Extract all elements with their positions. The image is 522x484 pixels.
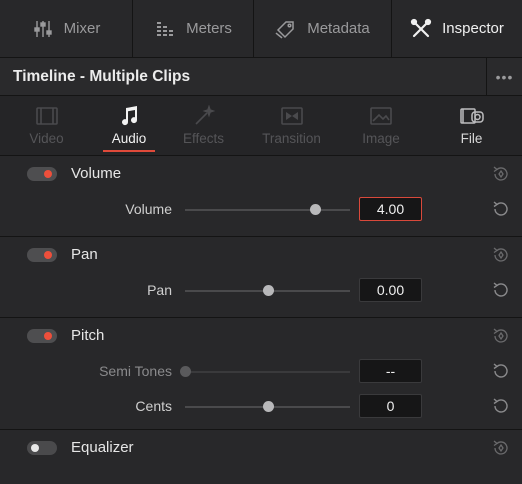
meters-icon bbox=[154, 18, 176, 40]
more-icon: ••• bbox=[495, 68, 514, 85]
magic-wand-icon bbox=[193, 105, 215, 127]
tab-video[interactable]: Video bbox=[0, 96, 93, 155]
volume-section-title: Volume bbox=[71, 165, 122, 182]
semitones-slider-knob[interactable] bbox=[180, 366, 191, 377]
tab-effects[interactable]: Effects bbox=[165, 96, 242, 155]
semitones-param-label: Semi Tones bbox=[99, 363, 172, 379]
semitones-value-field[interactable]: -- bbox=[359, 359, 422, 383]
mixer-icon bbox=[32, 18, 54, 40]
pitch-section: Pitch Semi Tones -- Cents 0 bbox=[0, 318, 522, 430]
top-toolbar: Mixer Meters Metadata Inspector bbox=[0, 0, 522, 58]
cents-param-label: Cents bbox=[135, 398, 172, 414]
volume-slider[interactable] bbox=[185, 204, 350, 215]
page-title: Timeline - Multiple Clips bbox=[13, 67, 191, 85]
volume-section: Volume Volume 4.00 bbox=[0, 156, 522, 237]
pan-slider-knob[interactable] bbox=[262, 285, 274, 296]
inspector-button[interactable]: Inspector bbox=[392, 0, 522, 57]
reset-icon[interactable] bbox=[492, 362, 510, 380]
tab-video-label: Video bbox=[29, 131, 64, 146]
pan-section-header[interactable]: Pan bbox=[0, 237, 522, 272]
next-section-strip bbox=[0, 465, 522, 484]
semitones-param-row: Semi Tones -- bbox=[0, 353, 522, 388]
image-icon bbox=[369, 105, 393, 127]
semitones-slider[interactable] bbox=[180, 366, 350, 377]
keyframe-reset-icon[interactable] bbox=[492, 327, 510, 345]
volume-slider-knob[interactable] bbox=[310, 204, 322, 215]
tab-image[interactable]: Image bbox=[341, 96, 421, 155]
tab-transition[interactable]: Transition bbox=[242, 96, 341, 155]
volume-param-label: Volume bbox=[125, 201, 172, 217]
volume-section-header[interactable]: Volume bbox=[0, 156, 522, 191]
volume-param-row: Volume 4.00 bbox=[0, 191, 522, 228]
keyframe-reset-icon[interactable] bbox=[492, 246, 510, 264]
inspector-header: Timeline - Multiple Clips ••• bbox=[0, 57, 522, 96]
pitch-toggle[interactable] bbox=[27, 328, 57, 343]
reset-icon[interactable] bbox=[492, 397, 510, 415]
keyframe-reset-icon[interactable] bbox=[492, 165, 510, 183]
transition-icon bbox=[280, 105, 304, 127]
meters-label: Meters bbox=[186, 20, 232, 37]
pan-value-field[interactable]: 0.00 bbox=[359, 278, 422, 302]
metadata-button[interactable]: Metadata bbox=[254, 0, 392, 57]
meters-button[interactable]: Meters bbox=[133, 0, 254, 57]
pan-slider[interactable] bbox=[185, 285, 350, 296]
cents-slider-knob[interactable] bbox=[262, 401, 274, 412]
mixer-button[interactable]: Mixer bbox=[0, 0, 133, 57]
tab-file[interactable]: File bbox=[421, 96, 522, 155]
pan-section-title: Pan bbox=[71, 246, 98, 263]
metadata-label: Metadata bbox=[307, 20, 370, 37]
equalizer-section-title: Equalizer bbox=[71, 439, 134, 456]
keyframe-reset-icon[interactable] bbox=[492, 439, 510, 457]
reset-icon[interactable] bbox=[492, 281, 510, 299]
tools-icon bbox=[410, 18, 432, 40]
pan-toggle[interactable] bbox=[27, 247, 57, 262]
equalizer-section-header[interactable]: Equalizer bbox=[0, 430, 522, 465]
pan-param-row: Pan 0.00 bbox=[0, 272, 522, 309]
tab-image-label: Image bbox=[362, 131, 400, 146]
tab-file-label: File bbox=[460, 131, 483, 146]
music-note-icon bbox=[119, 105, 139, 127]
reset-icon[interactable] bbox=[492, 200, 510, 218]
inspector-tabs: Video Audio Effects Transition Image Fil… bbox=[0, 96, 522, 156]
tab-transition-label: Transition bbox=[262, 131, 321, 146]
inspector-label: Inspector bbox=[442, 20, 504, 37]
volume-toggle[interactable] bbox=[27, 166, 57, 181]
pitch-section-header[interactable]: Pitch bbox=[0, 318, 522, 353]
tag-icon bbox=[275, 18, 297, 40]
pitch-section-title: Pitch bbox=[71, 327, 105, 344]
tab-audio-label: Audio bbox=[111, 131, 147, 146]
equalizer-toggle[interactable] bbox=[27, 440, 57, 455]
tab-effects-label: Effects bbox=[182, 131, 225, 146]
pan-section: Pan Pan 0.00 bbox=[0, 237, 522, 318]
pan-param-label: Pan bbox=[147, 282, 172, 298]
cents-slider[interactable] bbox=[185, 401, 350, 412]
cents-value-field[interactable]: 0 bbox=[359, 394, 422, 418]
cents-param-row: Cents 0 bbox=[0, 388, 522, 425]
more-options-button[interactable]: ••• bbox=[486, 57, 522, 96]
mixer-label: Mixer bbox=[63, 20, 101, 37]
volume-value-field[interactable]: 4.00 bbox=[359, 197, 422, 221]
film-icon bbox=[35, 105, 59, 127]
equalizer-section: Equalizer bbox=[0, 430, 522, 466]
inspector-panel: Mixer Meters Metadata Inspector Timeline… bbox=[0, 0, 522, 484]
tab-audio[interactable]: Audio bbox=[93, 96, 165, 155]
file-icon bbox=[458, 105, 486, 127]
